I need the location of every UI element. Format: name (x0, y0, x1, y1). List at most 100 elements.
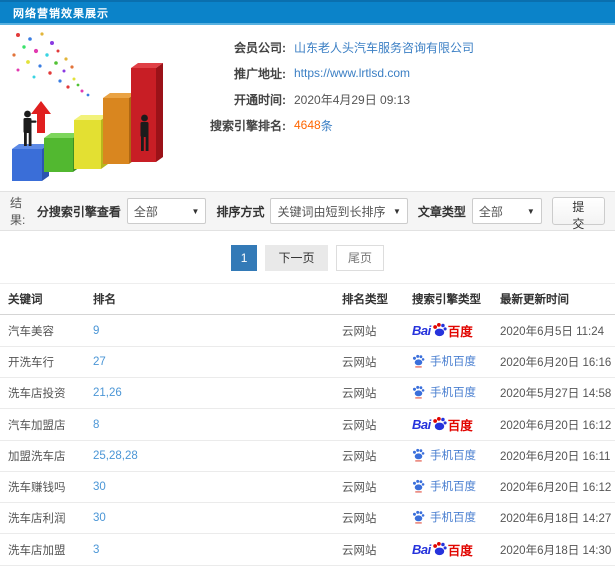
rank-count-unit: 条 (320, 118, 333, 133)
updated-cell: 2020年6月18日 14:30 (492, 533, 615, 566)
promo-url-link[interactable]: https://www.lrtlsd.com (294, 66, 410, 80)
engine-cell: Bai 百度 (404, 533, 492, 566)
table-row: 洗车店加盟 3 云网站 Bai 百度 2020年6月18日 14:30 (0, 533, 615, 566)
bar-chart-illustration (0, 25, 176, 187)
submit-button[interactable]: 提交 (551, 197, 605, 231)
baidu-paw-icon (432, 541, 447, 556)
rank-type-cell: 云网站 (334, 314, 404, 347)
table-row: 洗车店利润 30 云网站 手机百度 2020年6月18日 14:27 (0, 502, 615, 534)
results-table: 关键词 排名 排名类型 搜索引擎类型 最新更新时间 汽车美容 9 云网站 Bai… (0, 283, 615, 566)
rank-type-header: 排名类型 (334, 283, 404, 315)
rank-link[interactable]: 8 (93, 419, 99, 431)
bar-blue (12, 144, 49, 181)
rank-type-cell: 云网站 (334, 440, 404, 472)
page: 网络营销效果展示 会员公司: 山东老人头汽车服务咨询有限公司 推广地址: htt… (0, 0, 615, 566)
rank-link[interactable]: 21,26 (93, 387, 122, 399)
filter-bar: 结果: 分搜索引擎查看 全部 ▼ 排序方式 关键词由短到长排序 ▼ 文章类型 全… (0, 191, 615, 231)
mobile-baidu-paw-icon (412, 448, 425, 462)
rank-link[interactable]: 27 (93, 356, 106, 368)
company-label: 会员公司: (234, 40, 286, 55)
keyword-cell: 汽车加盟店 (0, 408, 85, 441)
rank-link[interactable]: 3 (93, 544, 99, 556)
updated-cell: 2020年6月20日 16:12 (492, 408, 615, 441)
engine-type-header: 搜索引擎类型 (404, 283, 492, 315)
rank-link[interactable]: 9 (93, 325, 99, 337)
mobile-baidu-label: 手机百度 (430, 481, 476, 493)
rank-header: 排名 (85, 283, 334, 315)
mobile-baidu-paw-icon (412, 510, 425, 524)
baidu-logo-text-left: Bai (412, 323, 431, 338)
bar-yellow (74, 115, 108, 169)
chevron-down-icon: ▼ (191, 206, 200, 216)
mobile-baidu-badge: 手机百度 (412, 478, 476, 494)
top-bar: 网络营销效果展示 (0, 0, 615, 25)
mobile-baidu-badge: 手机百度 (412, 447, 476, 463)
keyword-cell: 洗车店投资 (0, 377, 85, 409)
keyword-cell: 洗车店利润 (0, 502, 85, 534)
baidu-logo: Bai 百度 (412, 415, 473, 434)
info-row-company: 会员公司: 山东老人头汽车服务咨询有限公司 (176, 39, 615, 55)
article-type-select-value: 全部 (478, 204, 503, 219)
next-page-button[interactable]: 下一页 (265, 245, 328, 271)
engine-cell: 手机百度 (404, 502, 492, 534)
rank-link[interactable]: 25,28,28 (93, 450, 138, 462)
up-arrow (31, 101, 51, 133)
engine-select[interactable]: 全部 ▼ (126, 198, 207, 224)
open-time-label: 开通时间: (234, 92, 286, 107)
engine-cell: 手机百度 (404, 440, 492, 472)
updated-header: 最新更新时间 (492, 283, 615, 315)
engine-cell: Bai 百度 (404, 408, 492, 441)
mobile-baidu-paw-icon (412, 354, 425, 368)
baidu-logo-text-right: 百度 (447, 419, 473, 433)
sort-select[interactable]: 关键词由短到长排序 ▼ (270, 198, 408, 224)
rank-link[interactable]: 30 (93, 481, 106, 493)
keyword-header: 关键词 (0, 283, 85, 315)
info-section: 会员公司: 山东老人头汽车服务咨询有限公司 推广地址: https://www.… (0, 25, 615, 191)
page-title: 网络营销效果展示 (13, 7, 109, 20)
mobile-baidu-badge: 手机百度 (412, 509, 476, 525)
keyword-cell: 开洗车行 (0, 346, 85, 378)
businessman-left (23, 110, 37, 146)
article-type-select[interactable]: 全部 ▼ (471, 198, 542, 224)
last-page-button[interactable]: 尾页 (335, 245, 384, 271)
info-row-url: 推广地址: https://www.lrtlsd.com (176, 65, 615, 81)
rank-link[interactable]: 30 (93, 512, 106, 524)
rank-type-cell: 云网站 (334, 533, 404, 566)
updated-cell: 2020年6月5日 11:24 (492, 314, 615, 347)
rank-type-cell: 云网站 (334, 408, 404, 441)
rank-count-value: 4648 (294, 118, 321, 132)
updated-cell: 2020年6月20日 16:12 (492, 471, 615, 503)
confetti-dots (12, 32, 90, 97)
mobile-baidu-label: 手机百度 (430, 450, 476, 462)
table-row: 汽车加盟店 8 云网站 Bai 百度 2020年6月20日 16:12 (0, 408, 615, 441)
keyword-cell: 洗车赚钱吗 (0, 471, 85, 503)
table-header-row: 关键词 排名 排名类型 搜索引擎类型 最新更新时间 (0, 283, 615, 315)
baidu-paw-icon (432, 416, 447, 431)
keyword-cell: 汽车美容 (0, 314, 85, 347)
filter-controls: 分搜索引擎查看 全部 ▼ 排序方式 关键词由短到长排序 ▼ 文章类型 全部 ▼ … (37, 197, 605, 231)
baidu-paw-icon (432, 322, 447, 337)
rank-type-cell: 云网站 (334, 377, 404, 409)
info-row-rank-count: 搜索引擎排名: 4648 条 (176, 117, 615, 133)
page-1-button[interactable]: 1 (231, 245, 258, 271)
mobile-baidu-label: 手机百度 (430, 356, 476, 368)
engine-cell: 手机百度 (404, 346, 492, 378)
pagination: 1 下一页 尾页 (0, 231, 615, 283)
keyword-cell: 洗车店加盟 (0, 533, 85, 566)
updated-cell: 2020年6月20日 16:11 (492, 440, 615, 472)
promo-url-label: 推广地址: (234, 66, 286, 81)
baidu-logo: Bai 百度 (412, 321, 473, 340)
table-row: 洗车赚钱吗 30 云网站 手机百度 2020年6月20日 16:12 (0, 471, 615, 503)
chevron-down-icon: ▼ (526, 206, 535, 216)
mobile-baidu-label: 手机百度 (430, 387, 476, 399)
article-type-label: 文章类型 (417, 204, 466, 219)
mobile-baidu-badge: 手机百度 (412, 384, 476, 400)
engine-cell: 手机百度 (404, 377, 492, 409)
updated-cell: 2020年6月18日 14:27 (492, 502, 615, 534)
result-label: 结果: (10, 196, 26, 227)
rank-type-cell: 云网站 (334, 502, 404, 534)
company-name-link[interactable]: 山东老人头汽车服务咨询有限公司 (294, 39, 474, 56)
rank-type-cell: 云网站 (334, 471, 404, 503)
engine-cell: Bai 百度 (404, 314, 492, 347)
open-time-value: 2020年4月29日 09:13 (294, 92, 411, 107)
